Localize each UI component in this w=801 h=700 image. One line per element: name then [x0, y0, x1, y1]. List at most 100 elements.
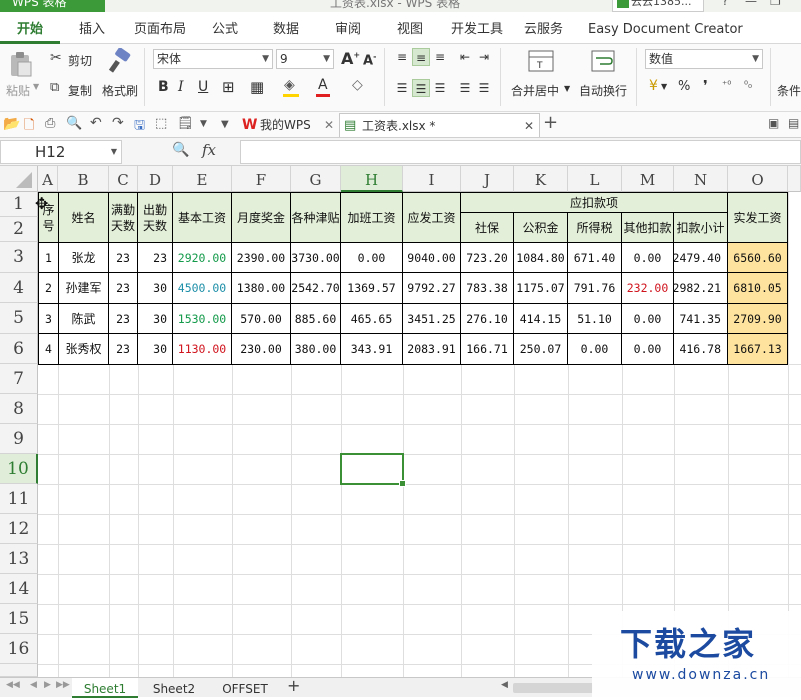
minimize-icon[interactable]: —: [745, 0, 757, 8]
worksheet-grid[interactable]: A B C D E F G H I J K L M N O 1 2 3 4 5 …: [0, 166, 801, 677]
data-cell[interactable]: 23: [109, 243, 138, 273]
column-header-selected[interactable]: H: [341, 166, 403, 192]
data-cell[interactable]: 3730.00: [291, 243, 341, 273]
data-cell[interactable]: 0.00: [622, 304, 674, 334]
row-header[interactable]: 13: [0, 544, 38, 574]
paste-dropdown-icon[interactable]: ▼: [33, 82, 39, 91]
row-header[interactable]: [0, 664, 38, 677]
tab-view[interactable]: 视图: [397, 12, 423, 44]
data-cell[interactable]: 1084.80: [514, 243, 568, 273]
data-cell[interactable]: 2479.40: [673, 243, 728, 273]
save-icon[interactable]: 🖫: [134, 116, 145, 138]
data-cell[interactable]: 4: [39, 334, 59, 365]
align-bottom-icon[interactable]: ≡: [431, 48, 449, 66]
data-cell[interactable]: 30: [138, 334, 173, 365]
data-cell[interactable]: 232.00: [622, 273, 674, 304]
data-cell[interactable]: 380.00: [291, 334, 341, 365]
data-cell[interactable]: 2: [39, 273, 59, 304]
tab-document[interactable]: ▤ 工资表.xlsx * ✕: [339, 113, 540, 137]
row-header[interactable]: 12: [0, 514, 38, 544]
name-box[interactable]: H12 ▼: [0, 140, 122, 164]
column-header[interactable]: O: [728, 166, 788, 192]
border-icon[interactable]: ⊞: [222, 78, 235, 96]
header-cell[interactable]: 公积金: [514, 213, 568, 243]
align-left-icon[interactable]: ☰: [393, 79, 411, 97]
data-cell[interactable]: 276.10: [461, 304, 514, 334]
column-header[interactable]: M: [622, 166, 674, 192]
data-cell[interactable]: 30: [138, 304, 173, 334]
tab-data[interactable]: 数据: [273, 12, 299, 44]
percent-icon[interactable]: %: [678, 79, 690, 94]
close-icon[interactable]: ✕: [324, 113, 334, 137]
print-icon[interactable]: ⎙: [45, 116, 55, 131]
data-cell[interactable]: 陈武: [59, 304, 109, 334]
horizontal-scrollbar[interactable]: [513, 683, 593, 693]
font-name-select[interactable]: 宋体 ▼: [153, 49, 273, 69]
decrease-decimal-icon[interactable]: ⁰₀: [744, 80, 752, 91]
data-cell[interactable]: 783.38: [461, 273, 514, 304]
copy-button[interactable]: 复制: [68, 82, 92, 99]
zoom-search-icon[interactable]: 🔍: [172, 142, 189, 158]
data-cell[interactable]: 1380.00: [232, 273, 291, 304]
scroll-left-icon[interactable]: ◀: [501, 680, 508, 690]
help-icon[interactable]: ?: [722, 0, 728, 8]
font-size-select[interactable]: 9 ▼: [276, 49, 334, 69]
data-cell[interactable]: 张龙: [59, 243, 109, 273]
format-painter-icon[interactable]: [108, 47, 132, 74]
document-icon[interactable]: ▣: [768, 116, 779, 130]
header-cell[interactable]: 出勤天数: [138, 193, 173, 243]
decrease-font-icon[interactable]: A-: [363, 52, 376, 68]
tab-my-wps[interactable]: W 我的WPS ✕: [238, 113, 338, 137]
wrap-text-icon[interactable]: [590, 48, 616, 74]
column-header[interactable]: [788, 166, 801, 192]
conditional-format-button[interactable]: 条件: [777, 82, 801, 99]
mail-icon[interactable]: 🗒: [177, 116, 194, 131]
data-cell[interactable]: 1130.00: [173, 334, 232, 365]
column-header[interactable]: E: [173, 166, 232, 192]
app-menu-button[interactable]: WPS 表格: [0, 0, 105, 12]
restore-icon[interactable]: ❐: [770, 0, 781, 8]
row-header-selected[interactable]: 10: [0, 454, 38, 484]
data-cell[interactable]: 23: [138, 243, 173, 273]
net-pay-cell[interactable]: 6810.05: [728, 273, 788, 304]
new-tab-icon[interactable]: +: [543, 112, 558, 133]
data-cell[interactable]: 1: [39, 243, 59, 273]
row-header[interactable]: 14: [0, 574, 38, 604]
increase-font-icon[interactable]: A+: [341, 49, 360, 68]
column-header[interactable]: N: [674, 166, 728, 192]
indent-increase-icon[interactable]: ⇥: [475, 48, 493, 66]
data-cell[interactable]: 741.35: [674, 304, 728, 334]
tab-developer[interactable]: 开发工具: [451, 12, 503, 44]
select-all-corner[interactable]: [0, 166, 38, 192]
header-cell[interactable]: 加班工资: [341, 193, 403, 243]
net-pay-cell[interactable]: 2709.90: [728, 304, 788, 334]
align-center-icon[interactable]: ☰: [412, 79, 430, 97]
data-cell[interactable]: 1175.07: [514, 273, 568, 304]
data-cell[interactable]: 23: [109, 304, 138, 334]
tab-formula[interactable]: 公式: [212, 12, 238, 44]
underline-icon[interactable]: U: [198, 79, 208, 95]
more-icon[interactable]: ▤: [788, 116, 799, 130]
header-cell[interactable]: 姓名: [59, 193, 109, 243]
row-header[interactable]: 9: [0, 424, 38, 454]
row-header[interactable]: 6: [0, 334, 38, 364]
next-sheet-icon[interactable]: ▶: [44, 680, 51, 690]
distributed-icon[interactable]: ☰: [475, 79, 493, 97]
merge-center-button[interactable]: 合并居中: [511, 82, 559, 99]
indent-decrease-icon[interactable]: ⇤: [456, 48, 474, 66]
column-header[interactable]: G: [291, 166, 341, 192]
collapse-arrow-icon[interactable]: ▼: [221, 119, 229, 130]
column-header[interactable]: L: [568, 166, 622, 192]
header-cell[interactable]: 各种津贴: [291, 193, 341, 243]
data-cell[interactable]: 3: [39, 304, 59, 334]
tab-cloud[interactable]: 云服务: [524, 12, 563, 44]
column-header[interactable]: A: [38, 166, 58, 192]
data-cell[interactable]: 723.20: [461, 243, 514, 273]
data-cell[interactable]: 30: [138, 273, 173, 304]
data-cell[interactable]: 0.00: [341, 243, 403, 273]
data-cell[interactable]: 230.00: [232, 334, 291, 365]
chevron-down-icon[interactable]: ▼: [564, 84, 570, 93]
data-cell[interactable]: 791.76: [568, 273, 622, 304]
column-header[interactable]: K: [514, 166, 568, 192]
fill-pattern-icon[interactable]: ▦: [250, 78, 264, 96]
